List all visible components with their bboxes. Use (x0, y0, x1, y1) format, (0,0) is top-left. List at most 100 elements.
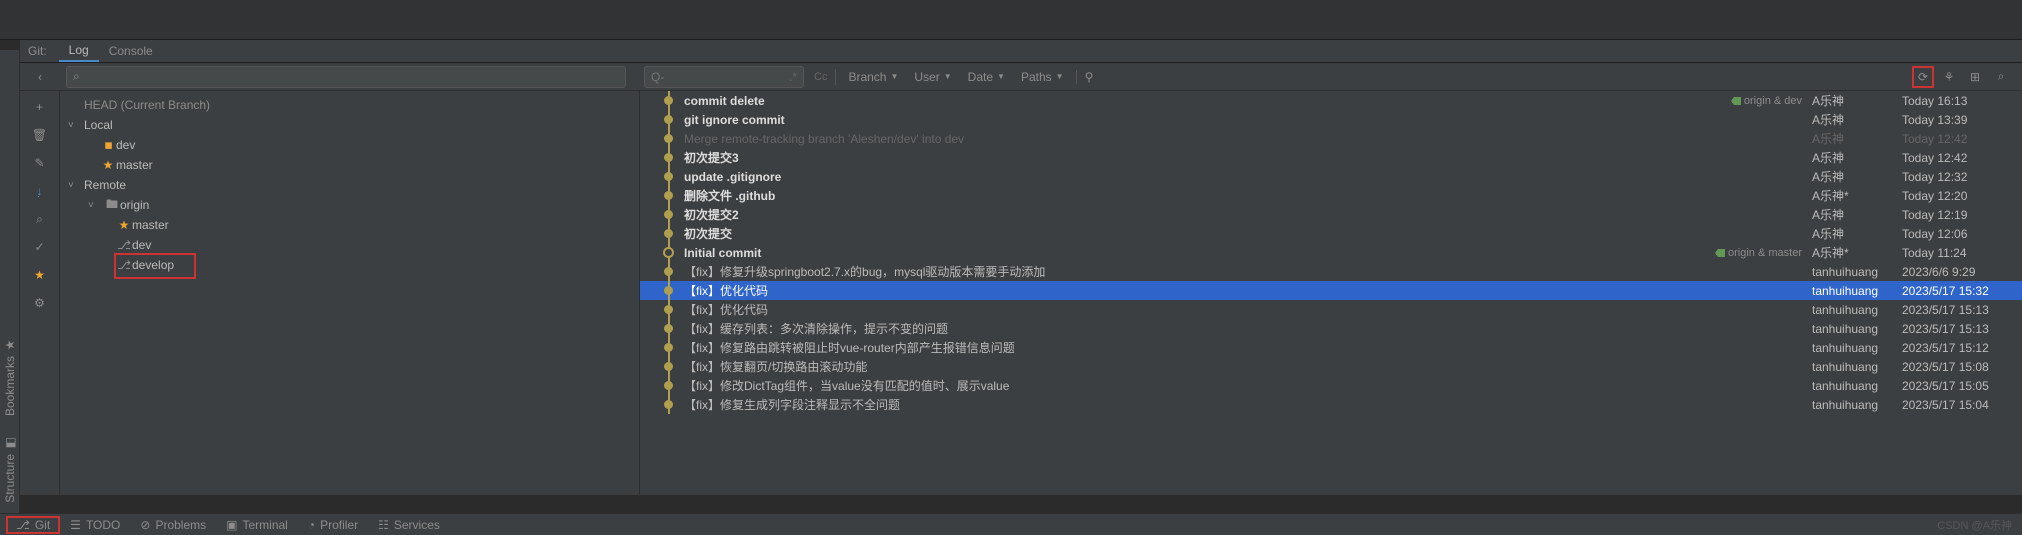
caret-icon: ▼ (890, 72, 898, 81)
regex-small-icon[interactable]: .* (789, 70, 797, 84)
commit-author: tanhuihuang (1812, 379, 1902, 393)
commit-row[interactable]: 【fix】修复升级springboot2.7.x的bug，mysql驱动版本需要… (640, 262, 2022, 281)
add-icon[interactable]: + (28, 95, 52, 119)
commit-message: 【fix】修复升级springboot2.7.x的bug，mysql驱动版本需要… (684, 263, 1812, 280)
tab-log[interactable]: Log (59, 40, 99, 62)
remote-develop[interactable]: ⎇develop (60, 255, 639, 275)
commit-row[interactable]: 【fix】优化代码tanhuihuang2023/5/17 15:32 (640, 281, 2022, 300)
chevron-down-icon: ˅ (68, 120, 84, 131)
sb-todo-label: TODO (86, 518, 120, 532)
remote-node[interactable]: ˅Remote (60, 175, 639, 195)
remote-master[interactable]: ★master (60, 215, 639, 235)
local-label: Local (84, 118, 113, 132)
git-tab-bar: Git: Log Console (20, 40, 2022, 63)
commit-row[interactable]: 【fix】修复生成列字段注释显示不全问题tanhuihuang2023/5/17… (640, 395, 2022, 414)
commit-row[interactable]: 【fix】缓存列表：多次清除操作，提示不变的问题tanhuihuang2023/… (640, 319, 2022, 338)
commit-search[interactable]: .* (644, 66, 804, 88)
filter-paths-label: Paths (1021, 70, 1052, 84)
sb-problems[interactable]: ⊘Problems (130, 518, 216, 532)
commit-date: Today 16:13 (1902, 94, 2022, 108)
filter-date[interactable]: Date▼ (960, 70, 1013, 84)
filter-bar: ‹ ⌕ .* Cc Branch▼ User▼ Date▼ Paths▼ ⚲ ⟳… (20, 63, 2022, 91)
bookmarks-tab[interactable]: Bookmarks★ (3, 328, 17, 426)
cherry-pick-button[interactable]: ⚘ (1938, 66, 1960, 88)
commit-row[interactable]: 初次提交3A乐神Today 12:42 (640, 148, 2022, 167)
local-node[interactable]: ˅Local (60, 115, 639, 135)
edit-icon[interactable]: ✎ (28, 151, 52, 175)
search-button[interactable]: ⌕ (1990, 66, 2012, 88)
commit-message: 【fix】缓存列表：多次清除操作，提示不变的问题 (684, 320, 1812, 337)
compare-button[interactable]: ⊞ (1964, 66, 1986, 88)
commit-author: A乐神 (1812, 111, 1902, 128)
commits-panel[interactable]: commit deleteorigin & devA乐神Today 16:13g… (640, 91, 2022, 495)
commit-row[interactable]: 【fix】修改DictTag组件，当value没有匹配的值时、展示valueta… (640, 376, 2022, 395)
local-master[interactable]: ★master (60, 155, 639, 175)
branch-search[interactable]: ⌕ (66, 66, 626, 88)
find-icon[interactable]: ⌕ (28, 207, 52, 231)
commit-row[interactable]: 【fix】优化代码tanhuihuang2023/5/17 15:13 (640, 300, 2022, 319)
sb-terminal[interactable]: ▣Terminal (216, 518, 298, 532)
back-button[interactable]: ‹ (20, 70, 60, 84)
commit-message: 【fix】优化代码 (684, 282, 1812, 299)
commit-author: A乐神 (1812, 92, 1902, 109)
head-branch[interactable]: HEAD (Current Branch) (60, 95, 639, 115)
commit-row[interactable]: 删除文件 .githubA乐神*Today 12:20 (640, 186, 2022, 205)
commit-row[interactable]: 【fix】修复路由跳转被阻止时vue-router内部产生报错信息问题tanhu… (640, 338, 2022, 357)
tab-console[interactable]: Console (99, 41, 163, 61)
structure-tab[interactable]: Structure◧ (3, 426, 17, 513)
commit-author: tanhuihuang (1812, 265, 1902, 279)
commit-row[interactable]: git ignore commitA乐神Today 13:39 (640, 110, 2022, 129)
graph-column (660, 205, 684, 224)
commit-row[interactable]: 初次提交A乐神Today 12:06 (640, 224, 2022, 243)
folder-icon: 🖿 (104, 195, 120, 216)
commit-row[interactable]: 【fix】恢复翻页/切换路由滚动功能tanhuihuang2023/5/17 1… (640, 357, 2022, 376)
commit-row[interactable]: commit deleteorigin & devA乐神Today 16:13 (640, 91, 2022, 110)
graph-column (660, 262, 684, 281)
settings-icon[interactable]: ⚙ (28, 291, 52, 315)
head-label: HEAD (Current Branch) (84, 98, 210, 112)
graph-column (660, 167, 684, 186)
remote-dev[interactable]: ⎇dev (60, 235, 639, 255)
favorite-icon[interactable]: ★ (28, 263, 52, 287)
filter-branch[interactable]: Branch▼ (840, 70, 906, 84)
sb-todo[interactable]: ☰ TODO (60, 518, 130, 532)
commit-author: tanhuihuang (1812, 398, 1902, 412)
delete-icon[interactable]: 🗑 (28, 123, 52, 147)
graph-column (660, 319, 684, 338)
commit-search-input[interactable] (651, 70, 789, 84)
match-case[interactable]: Cc (810, 71, 831, 83)
filter-user[interactable]: User▼ (906, 70, 959, 84)
commit-author: A乐神 (1812, 206, 1902, 223)
search-icon: ⌕ (73, 69, 80, 84)
commit-date: Today 12:19 (1902, 208, 2022, 222)
filter-paths[interactable]: Paths▼ (1013, 70, 1072, 84)
commit-date: 2023/5/17 15:12 (1902, 341, 2022, 355)
branch-search-input[interactable] (84, 70, 619, 84)
commit-date: 2023/5/17 15:13 (1902, 322, 2022, 336)
branches-panel: HEAD (Current Branch) ˅Local ◆dev ★maste… (60, 91, 640, 495)
sb-profiler[interactable]: ◔Profiler (298, 518, 368, 532)
ref-tags: origin & dev (1730, 95, 1802, 107)
checkout-icon[interactable]: ✓ (28, 235, 52, 259)
refresh-button[interactable]: ⟳ (1912, 66, 1934, 88)
ref-tags: origin & master (1714, 247, 1802, 259)
commit-row[interactable]: Initial commitorigin & masterA乐神*Today 1… (640, 243, 2022, 262)
star-icon: ★ (116, 218, 132, 232)
commit-row[interactable]: 初次提交2A乐神Today 12:19 (640, 205, 2022, 224)
commit-message: 初次提交2 (684, 206, 1812, 223)
commit-row[interactable]: update .gitignoreA乐神Today 12:32 (640, 167, 2022, 186)
filter-settings-icon[interactable]: ⚲ (1076, 70, 1102, 84)
commit-author: tanhuihuang (1812, 341, 1902, 355)
sb-git[interactable]: ⎇Git (6, 516, 60, 534)
fetch-icon[interactable]: ↓̣ (28, 179, 52, 203)
commit-date: Today 12:42 (1902, 151, 2022, 165)
sb-services[interactable]: ☷Services (368, 518, 450, 532)
branch-icon: ⎇ (116, 238, 132, 252)
local-dev[interactable]: ◆dev (60, 135, 639, 155)
commit-row[interactable]: Merge remote-tracking branch 'Aleshen/de… (640, 129, 2022, 148)
list-icon: ☰ (70, 518, 81, 532)
origin-node[interactable]: ˅🖿origin (60, 195, 639, 215)
commit-date: 2023/5/17 15:04 (1902, 398, 2022, 412)
graph-column (660, 243, 684, 262)
filter-date-label: Date (968, 70, 993, 84)
